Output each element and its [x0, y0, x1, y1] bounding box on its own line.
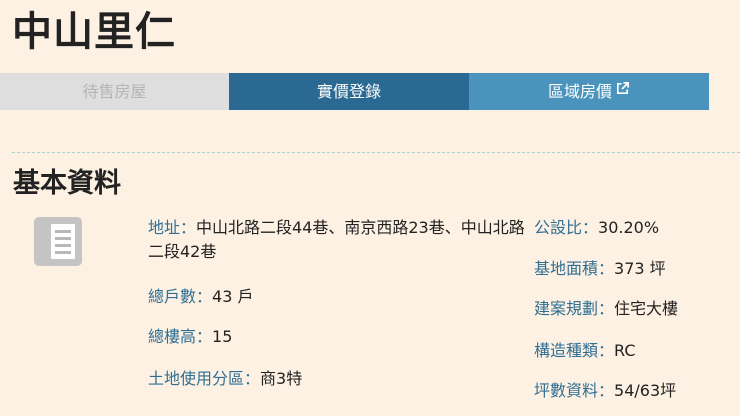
planning-label: 建案規劃： [534, 299, 615, 318]
land-area-field: 基地面積：373 坪 [534, 257, 666, 281]
zoning-label: 土地使用分區： [148, 369, 261, 388]
tab-actual-price[interactable]: 實價登錄 [229, 73, 469, 110]
planning-value: 住宅大樓 [614, 299, 679, 318]
ping-value: 54/63坪 [614, 381, 677, 400]
address-field: 地址：中山北路二段44巷、南京西路23巷、中山北路二段42巷 [148, 216, 528, 264]
land-area-value: 373 坪 [614, 259, 666, 278]
tab-for-sale: 待售房屋 [0, 73, 229, 110]
tab-area-price[interactable]: 區域房價 [469, 73, 709, 110]
ping-field: 坪數資料：54/63坪 [534, 379, 676, 403]
households-field: 總戶數：43 戶 [148, 285, 253, 309]
ping-label: 坪數資料： [534, 381, 615, 400]
tab-bar: 待售房屋 實價登錄 區域房價 [0, 73, 740, 110]
floors-value: 15 [212, 327, 233, 346]
public-ratio-value: 30.20% [598, 218, 660, 237]
planning-field: 建案規劃：住宅大樓 [534, 297, 678, 321]
public-ratio-field: 公設比：30.20% [534, 216, 659, 240]
structure-field: 構造種類：RC [534, 339, 636, 363]
divider [12, 152, 740, 153]
page-title: 中山里仁 [12, 9, 176, 55]
document-icon [33, 216, 85, 272]
households-label: 總戶數： [148, 287, 213, 306]
land-area-label: 基地面積： [534, 259, 615, 278]
section-title: 基本資料 [13, 168, 121, 199]
external-link-icon [615, 72, 630, 109]
households-value: 43 戶 [212, 287, 254, 306]
tab-area-price-label: 區域房價 [547, 82, 612, 101]
public-ratio-label: 公設比： [534, 218, 599, 237]
floors-label: 總樓高： [148, 327, 213, 346]
zoning-value: 商3特 [260, 369, 303, 388]
tab-actual-price-label: 實價登錄 [316, 82, 381, 101]
floors-field: 總樓高：15 [148, 325, 232, 349]
structure-value: RC [614, 341, 636, 360]
zoning-field: 土地使用分區：商3特 [148, 367, 302, 391]
tab-for-sale-label: 待售房屋 [82, 82, 147, 101]
address-label: 地址： [148, 218, 197, 237]
tab-bar-filler [709, 73, 740, 110]
address-value: 中山北路二段44巷、南京西路23巷、中山北路二段42巷 [148, 218, 525, 261]
structure-label: 構造種類： [534, 341, 615, 360]
